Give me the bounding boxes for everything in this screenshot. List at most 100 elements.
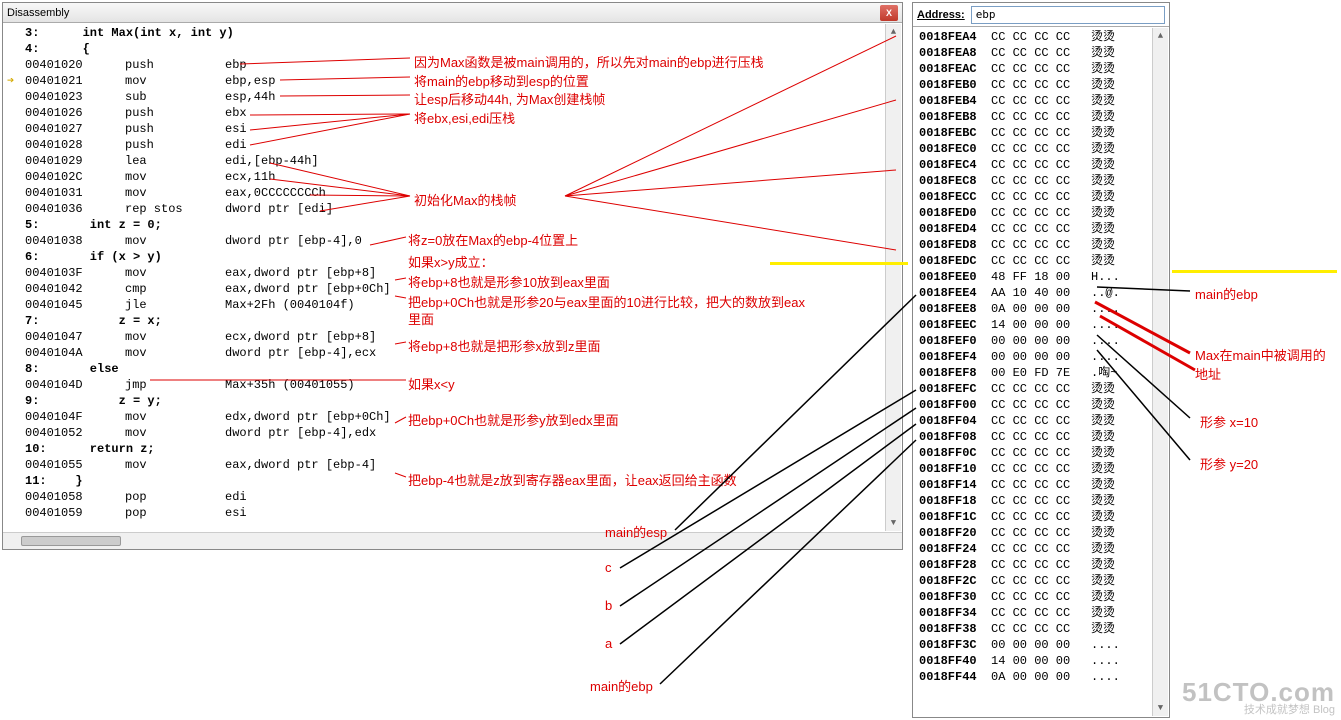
memory-bytes: CC CC CC CC — [991, 61, 1091, 77]
disasm-line[interactable]: 00401036rep stosdword ptr [edi] — [7, 201, 898, 217]
memory-row[interactable]: 0018FF2CCC CC CC CC烫烫 — [919, 573, 1167, 589]
disasm-line[interactable]: 00401023subesp,44h — [7, 89, 898, 105]
scroll-thumb[interactable] — [21, 536, 121, 546]
memory-row[interactable]: 0018FEB8CC CC CC CC烫烫 — [919, 109, 1167, 125]
disasm-line[interactable]: 00401028pushedi — [7, 137, 898, 153]
disasm-line[interactable]: 4: { — [7, 41, 898, 57]
memory-row[interactable]: 0018FEF800 E0 FD 7E.啕~ — [919, 365, 1167, 381]
disasm-line[interactable]: 00401052movdword ptr [ebp-4],edx — [7, 425, 898, 441]
memory-address: 0018FF10 — [919, 461, 991, 477]
memory-bytes: CC CC CC CC — [991, 573, 1091, 589]
disasm-line[interactable]: 0040104Amovdword ptr [ebp-4],ecx — [7, 345, 898, 361]
memory-row[interactable]: 0018FF38CC CC CC CC烫烫 — [919, 621, 1167, 637]
disasm-line[interactable]: 00401020pushebp — [7, 57, 898, 73]
memory-scrollbar[interactable]: ▲ ▼ — [1152, 28, 1168, 716]
instruction-args: esp,44h — [225, 89, 445, 105]
memory-row[interactable]: 0018FEE80A 00 00 00.... — [919, 301, 1167, 317]
memory-row[interactable]: 0018FEACCC CC CC CC烫烫 — [919, 61, 1167, 77]
memory-row[interactable]: 0018FEBCCC CC CC CC烫烫 — [919, 125, 1167, 141]
disasm-line[interactable]: 00401058popedi — [7, 489, 898, 505]
disasm-line[interactable]: 00401038movdword ptr [ebp-4],0 — [7, 233, 898, 249]
memory-row[interactable]: 0018FF14CC CC CC CC烫烫 — [919, 477, 1167, 493]
memory-row[interactable]: 0018FEC8CC CC CC CC烫烫 — [919, 173, 1167, 189]
memory-row[interactable]: 0018FECCCC CC CC CC烫烫 — [919, 189, 1167, 205]
instruction-address: 0040102C — [25, 169, 125, 185]
memory-row[interactable]: 0018FED8CC CC CC CC烫烫 — [919, 237, 1167, 253]
memory-row[interactable]: 0018FF4014 00 00 00.... — [919, 653, 1167, 669]
disasm-line[interactable]: 00401027pushesi — [7, 121, 898, 137]
memory-row[interactable]: 0018FF24CC CC CC CC烫烫 — [919, 541, 1167, 557]
disasm-line[interactable]: 00401059popesi — [7, 505, 898, 521]
memory-row[interactable]: 0018FF00CC CC CC CC烫烫 — [919, 397, 1167, 413]
memory-row[interactable]: 0018FEB4CC CC CC CC烫烫 — [919, 93, 1167, 109]
disasm-line[interactable]: 00401042cmpeax,dword ptr [ebp+0Ch] — [7, 281, 898, 297]
memory-row[interactable]: 0018FEA4CC CC CC CC烫烫 — [919, 29, 1167, 45]
disasm-line[interactable]: 00401045jleMax+2Fh (0040104f) — [7, 297, 898, 313]
memory-row[interactable]: 0018FF3C00 00 00 00.... — [919, 637, 1167, 653]
disassembly-body[interactable]: 3: int Max(int x, int y)4: {00401020push… — [3, 23, 902, 532]
vertical-scrollbar[interactable]: ▲ ▼ — [885, 24, 901, 531]
memory-row[interactable]: 0018FEE4AA 10 40 00..@. — [919, 285, 1167, 301]
memory-row[interactable]: 0018FF18CC CC CC CC烫烫 — [919, 493, 1167, 509]
exec-arrow-icon — [7, 57, 25, 73]
disasm-line[interactable]: ➔00401021movebp,esp — [7, 73, 898, 89]
disasm-line[interactable]: 8: else — [7, 361, 898, 377]
highlight-line — [1172, 270, 1337, 273]
disasm-line[interactable]: 00401055moveax,dword ptr [ebp-4] — [7, 457, 898, 473]
memory-row[interactable]: 0018FF08CC CC CC CC烫烫 — [919, 429, 1167, 445]
instruction-address: 00401058 — [25, 489, 125, 505]
memory-row[interactable]: 0018FF34CC CC CC CC烫烫 — [919, 605, 1167, 621]
disasm-line[interactable]: 0040104Fmovedx,dword ptr [ebp+0Ch] — [7, 409, 898, 425]
disasm-line[interactable]: 11: } — [7, 473, 898, 489]
disasm-line[interactable]: 9: z = y; — [7, 393, 898, 409]
scroll-up-icon[interactable]: ▲ — [886, 24, 901, 40]
disasm-line[interactable]: 7: z = x; — [7, 313, 898, 329]
memory-row[interactable]: 0018FEFCCC CC CC CC烫烫 — [919, 381, 1167, 397]
scroll-up-icon[interactable]: ▲ — [1153, 28, 1168, 44]
memory-row[interactable]: 0018FEC0CC CC CC CC烫烫 — [919, 141, 1167, 157]
disasm-line[interactable]: 00401047movecx,dword ptr [ebp+8] — [7, 329, 898, 345]
address-input[interactable] — [971, 6, 1165, 24]
source-line: 4: { — [25, 41, 90, 57]
memory-row[interactable]: 0018FF10CC CC CC CC烫烫 — [919, 461, 1167, 477]
memory-row[interactable]: 0018FF0CCC CC CC CC烫烫 — [919, 445, 1167, 461]
disasm-line[interactable]: 0040102Cmovecx,11h — [7, 169, 898, 185]
scroll-down-icon[interactable]: ▼ — [1153, 700, 1168, 716]
disassembly-titlebar[interactable]: Disassembly X — [3, 3, 902, 23]
instruction-address: 00401055 — [25, 457, 125, 473]
memory-row[interactable]: 0018FF440A 00 00 00.... — [919, 669, 1167, 685]
disasm-line[interactable]: 0040104DjmpMax+35h (00401055) — [7, 377, 898, 393]
source-line: 8: else — [25, 361, 119, 377]
disasm-line[interactable]: 0040103Fmoveax,dword ptr [ebp+8] — [7, 265, 898, 281]
memory-row[interactable]: 0018FEDCCC CC CC CC烫烫 — [919, 253, 1167, 269]
disasm-line[interactable]: 00401026pushebx — [7, 105, 898, 121]
disasm-line[interactable]: 6: if (x > y) — [7, 249, 898, 265]
memory-row[interactable]: 0018FEC4CC CC CC CC烫烫 — [919, 157, 1167, 173]
instruction-opcode: mov — [125, 425, 225, 441]
disasm-line[interactable]: 3: int Max(int x, int y) — [7, 25, 898, 41]
memory-row[interactable]: 0018FEB0CC CC CC CC烫烫 — [919, 77, 1167, 93]
disasm-line[interactable]: 00401029leaedi,[ebp-44h] — [7, 153, 898, 169]
disasm-line[interactable]: 00401031moveax,0CCCCCCCCh — [7, 185, 898, 201]
disasm-line[interactable]: 10: return z; — [7, 441, 898, 457]
memory-row[interactable]: 0018FF28CC CC CC CC烫烫 — [919, 557, 1167, 573]
horizontal-scrollbar[interactable] — [3, 532, 902, 549]
watermark-big: 51CTO.com — [1182, 679, 1335, 705]
memory-row[interactable]: 0018FF1CCC CC CC CC烫烫 — [919, 509, 1167, 525]
instruction-opcode: mov — [125, 457, 225, 473]
memory-row[interactable]: 0018FEF000 00 00 00.... — [919, 333, 1167, 349]
memory-row[interactable]: 0018FED4CC CC CC CC烫烫 — [919, 221, 1167, 237]
memory-row[interactable]: 0018FEEC14 00 00 00.... — [919, 317, 1167, 333]
instruction-address: 00401038 — [25, 233, 125, 249]
memory-body[interactable]: 0018FEA4CC CC CC CC烫烫0018FEA8CC CC CC CC… — [913, 27, 1169, 717]
close-icon[interactable]: X — [880, 5, 898, 21]
memory-row[interactable]: 0018FEF400 00 00 00.... — [919, 349, 1167, 365]
scroll-down-icon[interactable]: ▼ — [886, 515, 901, 531]
memory-row[interactable]: 0018FEA8CC CC CC CC烫烫 — [919, 45, 1167, 61]
memory-row[interactable]: 0018FF20CC CC CC CC烫烫 — [919, 525, 1167, 541]
memory-row[interactable]: 0018FED0CC CC CC CC烫烫 — [919, 205, 1167, 221]
disasm-line[interactable]: 5: int z = 0; — [7, 217, 898, 233]
memory-row[interactable]: 0018FEE048 FF 18 00H... — [919, 269, 1167, 285]
memory-row[interactable]: 0018FF04CC CC CC CC烫烫 — [919, 413, 1167, 429]
memory-row[interactable]: 0018FF30CC CC CC CC烫烫 — [919, 589, 1167, 605]
